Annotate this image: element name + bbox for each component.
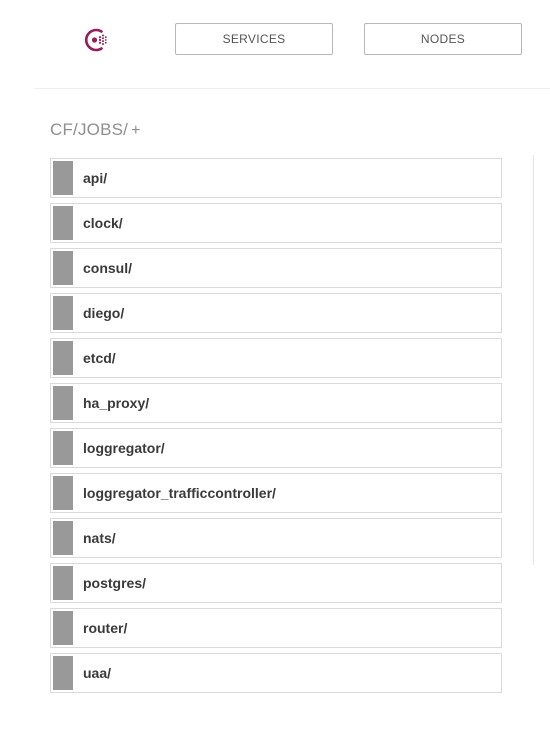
- list-item-label: loggregator/: [83, 440, 165, 456]
- list-item-label: postgres/: [83, 575, 147, 591]
- list-item[interactable]: loggregator/: [50, 428, 502, 468]
- list-item[interactable]: diego/: [50, 293, 502, 333]
- list-item-label: diego/: [83, 305, 125, 321]
- services-button[interactable]: SERVICES: [175, 23, 333, 55]
- scrollbar-track[interactable]: [533, 155, 534, 565]
- row-marker: [53, 566, 73, 600]
- list-item-label: router/: [83, 620, 128, 636]
- breadcrumb-path[interactable]: CF/JOBS/: [50, 120, 128, 139]
- list-item[interactable]: clock/: [50, 203, 502, 243]
- list-item[interactable]: postgres/: [50, 563, 502, 603]
- list-item[interactable]: router/: [50, 608, 502, 648]
- breadcrumb: CF/JOBS/+: [50, 120, 141, 140]
- list-item[interactable]: etcd/: [50, 338, 502, 378]
- list-item[interactable]: ha_proxy/: [50, 383, 502, 423]
- list-item[interactable]: nats/: [50, 518, 502, 558]
- list-item-label: clock/: [83, 215, 123, 231]
- top-navigation: SERVICES NODES: [0, 0, 550, 88]
- list-item-label: nats/: [83, 530, 116, 546]
- row-marker: [53, 251, 73, 285]
- row-marker: [53, 611, 73, 645]
- row-marker: [53, 521, 73, 555]
- list-item[interactable]: loggregator_trafficcontroller/: [50, 473, 502, 513]
- row-marker: [53, 161, 73, 195]
- row-marker: [53, 341, 73, 375]
- list-item-label: loggregator_trafficcontroller/: [83, 485, 276, 501]
- list-item[interactable]: api/: [50, 158, 502, 198]
- list-item[interactable]: consul/: [50, 248, 502, 288]
- add-key-link[interactable]: +: [131, 122, 141, 139]
- row-marker: [53, 476, 73, 510]
- header-divider: [34, 88, 550, 89]
- row-marker: [53, 431, 73, 465]
- consul-logo-icon[interactable]: [80, 24, 112, 56]
- row-marker: [53, 656, 73, 690]
- list-item-label: consul/: [83, 260, 133, 276]
- row-marker: [53, 386, 73, 420]
- list-item-label: etcd/: [83, 350, 116, 366]
- list-item[interactable]: uaa/: [50, 653, 502, 693]
- list-item-label: ha_proxy/: [83, 395, 150, 411]
- key-list: api/ clock/ consul/ diego/ etcd/ ha_prox…: [50, 158, 502, 698]
- row-marker: [53, 206, 73, 240]
- row-marker: [53, 296, 73, 330]
- list-item-label: api/: [83, 170, 108, 186]
- list-item-label: uaa/: [83, 665, 112, 681]
- nodes-button[interactable]: NODES: [364, 23, 522, 55]
